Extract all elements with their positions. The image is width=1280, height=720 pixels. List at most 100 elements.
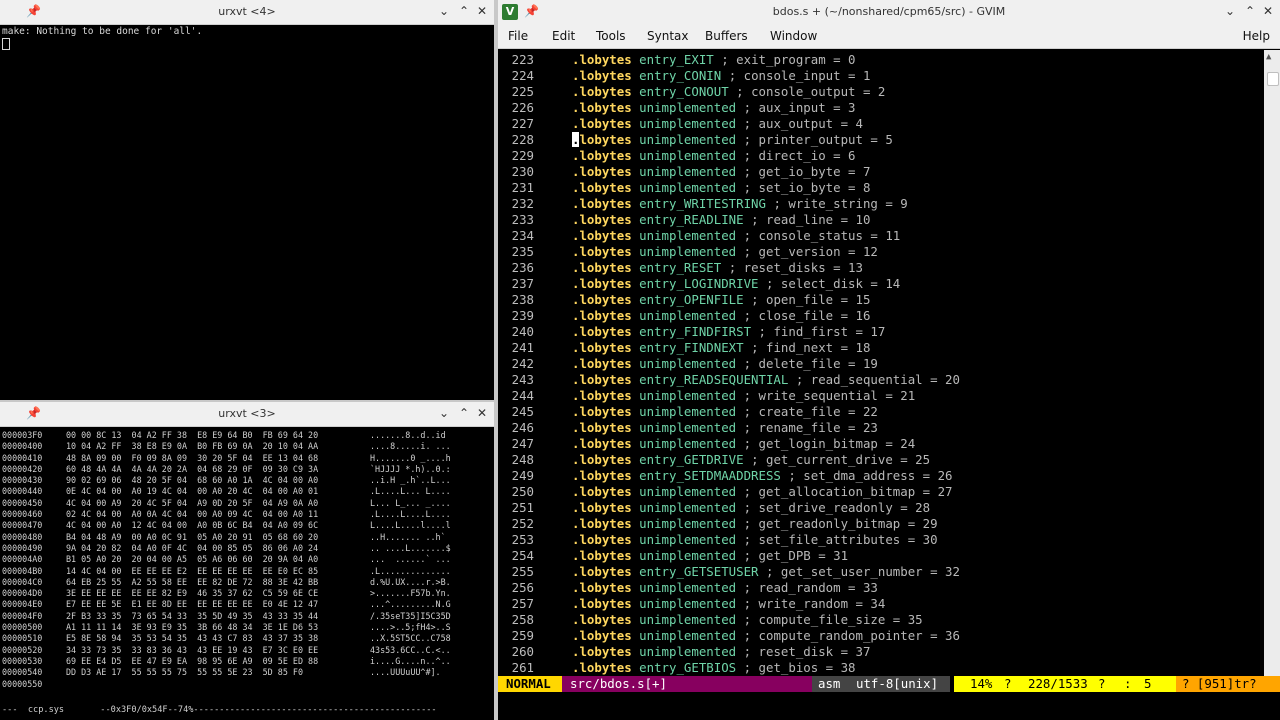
- hex-bytes[interactable]: 60 48 4A 4A 4A 4A 20 2A 04 68 29 0F 09 3…: [66, 464, 370, 475]
- hex-ascii[interactable]: .L..............: [370, 566, 451, 577]
- urxvt-4-window[interactable]: 📌 urxvt <4> ⌄ ⌃ ✕ make: Nothing to be do…: [0, 0, 494, 400]
- hex-bytes[interactable]: 9A 04 20 82 04 A0 0F 4C 04 00 85 05 86 0…: [66, 543, 370, 554]
- hex-row[interactable]: 00000470 4C 04 00 A0 12 4C 04 00 A0 0B 6C…: [2, 520, 451, 531]
- hex-ascii[interactable]: i....G....n..^..: [370, 656, 451, 667]
- entry-identifier: unimplemented: [639, 100, 737, 115]
- hex-ascii[interactable]: >.......F57b.Yn.: [370, 588, 451, 599]
- hex-ascii[interactable]: L....L....l....l: [370, 520, 451, 531]
- hex-bytes[interactable]: 48 8A 09 00 F0 09 8A 09 30 20 5F 04 EE 1…: [66, 453, 370, 464]
- hex-ascii[interactable]: ..H....... ..h`: [370, 532, 451, 543]
- hex-bytes[interactable]: DD D3 AE 17 55 55 55 75 55 55 5E 23 5D 8…: [66, 667, 370, 678]
- hex-address: 00000420: [2, 463, 43, 474]
- hex-bytes[interactable]: B4 04 48 A9 00 A0 0C 91 05 A0 20 91 05 6…: [66, 532, 370, 543]
- menu-buffers[interactable]: Buffers: [705, 29, 748, 43]
- hex-bytes[interactable]: 4C 04 00 A0 12 4C 04 00 A0 0B 6C B4 04 A…: [66, 520, 370, 531]
- hex-row[interactable]: 00000540 DD D3 AE 17 55 55 55 75 55 55 5E…: [2, 667, 451, 678]
- hex-row[interactable]: 000003F0 00 00 8C 13 04 A2 FF 38 E8 E9 64…: [2, 430, 451, 441]
- hex-bytes[interactable]: 0E 4C 04 00 A0 19 4C 04 00 A0 20 4C 04 0…: [66, 486, 370, 497]
- urxvt-3-titlebar[interactable]: 📌 urxvt <3> ⌄ ⌃ ✕: [0, 402, 494, 427]
- hex-bytes[interactable]: 2F B3 33 35 73 65 54 33 35 5D 49 35 43 3…: [66, 611, 370, 622]
- hex-row[interactable]: 00000510 E5 8E 58 94 35 53 54 35 43 43 C7…: [2, 633, 451, 644]
- maximize-icon[interactable]: ⌃: [456, 3, 472, 19]
- editor-buffer[interactable]: 223 .lobytes entry_EXIT ; exit_program = …: [498, 50, 1262, 676]
- hex-bytes[interactable]: 69 EE E4 D5 EE 47 E9 EA 98 95 6E A9 09 5…: [66, 656, 370, 667]
- hex-ascii[interactable]: ...^.........N.G: [370, 599, 451, 610]
- close-icon[interactable]: ✕: [474, 3, 490, 19]
- close-icon[interactable]: ✕: [474, 405, 490, 421]
- hex-bytes[interactable]: E5 8E 58 94 35 53 54 35 43 43 C7 83 43 3…: [66, 633, 370, 644]
- hex-bytes[interactable]: 4C 04 00 A9 20 4C 5F 04 A9 0D 20 5F 04 A…: [66, 498, 370, 509]
- hex-row[interactable]: 00000420 60 48 4A 4A 4A 4A 20 2A 04 68 29…: [2, 464, 451, 475]
- hex-row[interactable]: 00000480 B4 04 48 A9 00 A0 0C 91 05 A0 20…: [2, 532, 451, 543]
- hex-ascii[interactable]: ....>..5;fH4>..S: [370, 622, 451, 633]
- hex-bytes[interactable]: 10 04 A2 FF 38 E8 E9 0A B0 FB 69 0A 20 1…: [66, 441, 370, 452]
- menu-tools[interactable]: Tools: [596, 29, 626, 43]
- maximize-icon[interactable]: ⌃: [456, 405, 472, 421]
- hex-row[interactable]: 00000550: [2, 679, 451, 690]
- hex-row[interactable]: 00000500 A1 11 11 14 3E 93 E9 35 3B 66 48…: [2, 622, 451, 633]
- gvim-titlebar[interactable]: V 📌 bdos.s + (~/nonshared/cpm65/src) - G…: [498, 0, 1280, 25]
- hex-row[interactable]: 000004F0 2F B3 33 35 73 65 54 33 35 5D 49…: [2, 611, 451, 622]
- hex-row[interactable]: 00000530 69 EE E4 D5 EE 47 E9 EA 98 95 6E…: [2, 656, 451, 667]
- status-file: src/bdos.s[+]: [562, 676, 812, 692]
- hex-ascii[interactable]: ..X.5ST5CC..C758: [370, 633, 451, 644]
- hex-bytes[interactable]: 00 00 8C 13 04 A2 FF 38 E8 E9 64 B0 FB 6…: [66, 430, 370, 441]
- hex-bytes[interactable]: 34 33 73 35 33 83 36 43 43 EE 19 43 E7 3…: [66, 645, 370, 656]
- hex-ascii[interactable]: 43s53.6CC..C.<..: [370, 645, 451, 656]
- hex-ascii[interactable]: L... L_... _....: [370, 498, 451, 509]
- terminal-cursor: [2, 38, 10, 50]
- close-icon[interactable]: ✕: [1260, 3, 1276, 19]
- hex-row[interactable]: 000004B0 14 4C 04 00 EE EE EE E2 EE EE EE…: [2, 566, 451, 577]
- hex-row[interactable]: 00000400 10 04 A2 FF 38 E8 E9 0A B0 FB 69…: [2, 441, 451, 452]
- hex-row[interactable]: 000004E0 E7 EE EE 5E E1 EE 8D EE EE EE EE…: [2, 599, 451, 610]
- hex-ascii[interactable]: .L....L... L....: [370, 486, 451, 497]
- hex-row[interactable]: 000004D0 3E EE EE EE EE EE 82 E9 46 35 37…: [2, 588, 451, 599]
- hex-row[interactable]: 000004C0 64 EB 25 55 A2 55 58 EE EE 82 DE…: [2, 577, 451, 588]
- menu-edit[interactable]: Edit: [552, 29, 575, 43]
- hex-ascii[interactable]: .L....L....L....: [370, 509, 451, 520]
- hex-bytes[interactable]: 64 EB 25 55 A2 55 58 EE EE 82 DE 72 88 3…: [66, 577, 370, 588]
- hex-ascii[interactable]: `HJJJJ *.h)..0.:: [370, 464, 451, 475]
- hex-ascii[interactable]: .......8..d..id: [370, 430, 446, 441]
- scroll-up-icon[interactable]: ▲: [1266, 52, 1271, 62]
- hex-bytes[interactable]: B1 05 A0 20 20 04 00 A5 05 A6 06 60 20 9…: [66, 554, 370, 565]
- hex-ascii[interactable]: ....UUUuUU^#].: [370, 667, 441, 678]
- hex-row[interactable]: 00000440 0E 4C 04 00 A0 19 4C 04 00 A0 20…: [2, 486, 451, 497]
- hex-ascii[interactable]: ..i.H _.h`..L...: [370, 475, 451, 486]
- hex-ascii[interactable]: H.......0 _....h: [370, 453, 451, 464]
- hex-bytes[interactable]: 3E EE EE EE EE EE 82 E9 46 35 37 62 C5 5…: [66, 588, 370, 599]
- minimize-icon[interactable]: ⌄: [436, 405, 452, 421]
- hex-row[interactable]: 00000460 02 4C 04 00 A0 0A 4C 04 00 A0 09…: [2, 509, 451, 520]
- menu-help[interactable]: Help: [1243, 29, 1270, 43]
- code-comment: ; find_next = 18: [751, 340, 871, 355]
- menu-syntax[interactable]: Syntax: [647, 29, 688, 43]
- terminal-output[interactable]: make: Nothing to be done for 'all'.: [2, 26, 492, 398]
- hex-ascii[interactable]: /.35seT35]I5C35D: [370, 611, 451, 622]
- gvim-window[interactable]: V 📌 bdos.s + (~/nonshared/cpm65/src) - G…: [498, 0, 1280, 720]
- hex-ascii[interactable]: ....8.....i. ...: [370, 441, 451, 452]
- hex-bytes[interactable]: E7 EE EE 5E E1 EE 8D EE EE EE EE EE E0 4…: [66, 599, 370, 610]
- hex-row[interactable]: 00000490 9A 04 20 82 04 A0 0F 4C 04 00 85…: [2, 543, 451, 554]
- hex-bytes[interactable]: 14 4C 04 00 EE EE EE E2 EE EE EE EE EE E…: [66, 566, 370, 577]
- vertical-scrollbar[interactable]: ▲: [1264, 50, 1280, 676]
- hex-ascii[interactable]: .. ....L.......$: [370, 543, 451, 554]
- menu-window[interactable]: Window: [770, 29, 817, 43]
- hex-bytes[interactable]: 90 02 69 06 48 20 5F 04 68 60 A0 1A 4C 0…: [66, 475, 370, 486]
- minimize-icon[interactable]: ⌄: [436, 3, 452, 19]
- hex-row[interactable]: 00000450 4C 04 00 A9 20 4C 5F 04 A9 0D 20…: [2, 498, 451, 509]
- scrollbar-thumb[interactable]: [1267, 72, 1279, 87]
- hex-bytes[interactable]: 02 4C 04 00 A0 0A 4C 04 00 A0 09 4C 04 0…: [66, 509, 370, 520]
- menu-file[interactable]: File: [508, 29, 528, 43]
- hex-row[interactable]: 000004A0 B1 05 A0 20 20 04 00 A5 05 A6 06…: [2, 554, 451, 565]
- hex-ascii[interactable]: ... ......` ...: [370, 554, 451, 565]
- hex-row[interactable]: 00000410 48 8A 09 00 F0 09 8A 09 30 20 5F…: [2, 453, 451, 464]
- minimize-icon[interactable]: ⌄: [1222, 3, 1238, 19]
- hex-row[interactable]: 00000430 90 02 69 06 48 20 5F 04 68 60 A0…: [2, 475, 451, 486]
- hex-bytes[interactable]: A1 11 11 14 3E 93 E9 35 3B 66 48 34 3E 1…: [66, 622, 370, 633]
- vim-command-line[interactable]: [498, 692, 1280, 720]
- hex-ascii[interactable]: d.%U.UX....r.>B.: [370, 577, 451, 588]
- hex-editor-view[interactable]: 000003F0 00 00 8C 13 04 A2 FF 38 E8 E9 64…: [2, 430, 451, 690]
- hex-row[interactable]: 00000520 34 33 73 35 33 83 36 43 43 EE 19…: [2, 645, 451, 656]
- maximize-icon[interactable]: ⌃: [1242, 3, 1258, 19]
- urxvt-4-titlebar[interactable]: 📌 urxvt <4> ⌄ ⌃ ✕: [0, 0, 494, 25]
